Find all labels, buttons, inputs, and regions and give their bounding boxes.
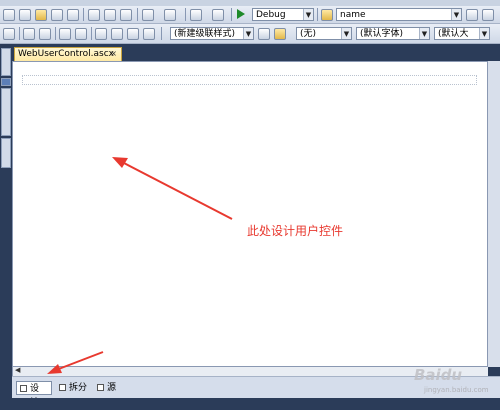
view-design-icon [20, 385, 27, 392]
watermark-subtext: jingyan.baidu.com [424, 386, 489, 394]
find-combo[interactable]: name ▼ [336, 8, 462, 21]
style-select[interactable]: (新建级联样式) ▼ [170, 27, 254, 40]
toolbar-separator [161, 27, 162, 40]
chevron-down-icon[interactable]: ▼ [243, 28, 253, 39]
toolbar-separator [137, 8, 138, 21]
font-select[interactable]: (默认字体) ▼ [356, 27, 430, 40]
scroll-left-icon[interactable]: ◀ [15, 366, 20, 374]
solution-config-select[interactable]: Debug ▼ [252, 8, 314, 21]
undo-icon[interactable] [142, 9, 154, 21]
user-control-design-area[interactable] [22, 75, 477, 85]
font-size-value: (默认大 [438, 29, 469, 39]
properties-icon[interactable] [482, 9, 494, 21]
save-icon[interactable] [51, 9, 63, 21]
toolbar-separator [55, 27, 56, 40]
layer-icon[interactable] [127, 28, 139, 40]
toolbar-separator [185, 8, 186, 21]
font-size-select[interactable]: (默认大 ▼ [434, 27, 490, 40]
standard-toolbar: Debug ▼ name ▼ [0, 6, 500, 24]
view-design-button[interactable]: 设计 [16, 381, 52, 408]
view-source-icon [97, 384, 104, 391]
vertical-scrollbar[interactable] [488, 61, 500, 367]
format-icon[interactable] [23, 28, 35, 40]
new-project-icon[interactable] [3, 9, 15, 21]
view-split-icon [59, 384, 66, 391]
watermark-logo: Baidu [414, 366, 463, 384]
paste-icon[interactable] [120, 9, 132, 21]
chevron-down-icon[interactable]: ▼ [341, 28, 351, 39]
view-split-label: 拆分 [69, 383, 88, 393]
design-surface[interactable] [12, 61, 488, 367]
manage-styles-icon[interactable] [274, 28, 286, 40]
copy-icon[interactable] [104, 9, 116, 21]
find-icon[interactable] [321, 9, 333, 21]
block-format-value: (无) [300, 29, 317, 39]
toolbar-separator [231, 8, 232, 21]
close-tab-icon[interactable]: × [110, 48, 117, 60]
toolbar-separator [83, 8, 84, 21]
left-tool-tabs [0, 44, 12, 400]
save-all-icon[interactable] [67, 9, 79, 21]
redo-icon[interactable] [164, 9, 176, 21]
navigate-forward-icon[interactable] [212, 9, 224, 21]
insert-table-icon[interactable] [59, 28, 71, 40]
find-combo-value: name [340, 10, 366, 20]
position-icon[interactable] [143, 28, 155, 40]
manage-styles-tab[interactable] [1, 138, 11, 168]
view-source-label: 源 [107, 383, 117, 393]
status-bar [0, 398, 500, 408]
annotation-text: 此处设计用户控件 [247, 224, 344, 238]
apply-style-icon[interactable] [258, 28, 270, 40]
font-select-value: (默认字体) [360, 29, 404, 39]
server-explorer-tab[interactable] [1, 48, 11, 76]
css-properties-tab[interactable] [1, 88, 11, 136]
merge-cells-icon[interactable] [75, 28, 87, 40]
tab-webusercontrol[interactable]: WebUserControl.ascx × [14, 47, 122, 61]
cut-icon[interactable] [88, 9, 100, 21]
style-select-value: (新建级联样式) [174, 29, 236, 39]
toolbar-separator [317, 8, 318, 21]
view-split-button[interactable]: 拆分 [56, 381, 92, 395]
add-item-icon[interactable] [19, 9, 31, 21]
navigate-backward-icon[interactable] [190, 9, 202, 21]
toolbar-separator [19, 27, 20, 40]
formatting-toolbar: (新建级联样式) ▼ (无) ▼ (默认字体) ▼ (默认大 ▼ [0, 24, 500, 44]
toolbar-separator [91, 27, 92, 40]
solution-explorer-icon[interactable] [466, 9, 478, 21]
insert-row-icon[interactable] [95, 28, 107, 40]
chevron-down-icon[interactable]: ▼ [419, 28, 429, 39]
indent-icon[interactable] [39, 28, 51, 40]
toolbox-icon[interactable] [3, 28, 15, 40]
chevron-down-icon[interactable]: ▼ [451, 9, 461, 20]
solution-config-value: Debug [256, 10, 286, 20]
insert-column-icon[interactable] [111, 28, 123, 40]
start-debug-icon[interactable] [237, 9, 245, 19]
chevron-down-icon[interactable]: ▼ [479, 28, 489, 39]
chevron-down-icon[interactable]: ▼ [303, 9, 313, 20]
block-format-select[interactable]: (无) ▼ [296, 27, 352, 40]
document-tab-strip: WebUserControl.ascx × [12, 44, 500, 61]
toolbox-tab-icon[interactable] [1, 78, 11, 86]
tab-title: WebUserControl.ascx [18, 49, 115, 59]
open-icon[interactable] [35, 9, 47, 21]
view-source-button[interactable]: 源 [94, 381, 124, 395]
